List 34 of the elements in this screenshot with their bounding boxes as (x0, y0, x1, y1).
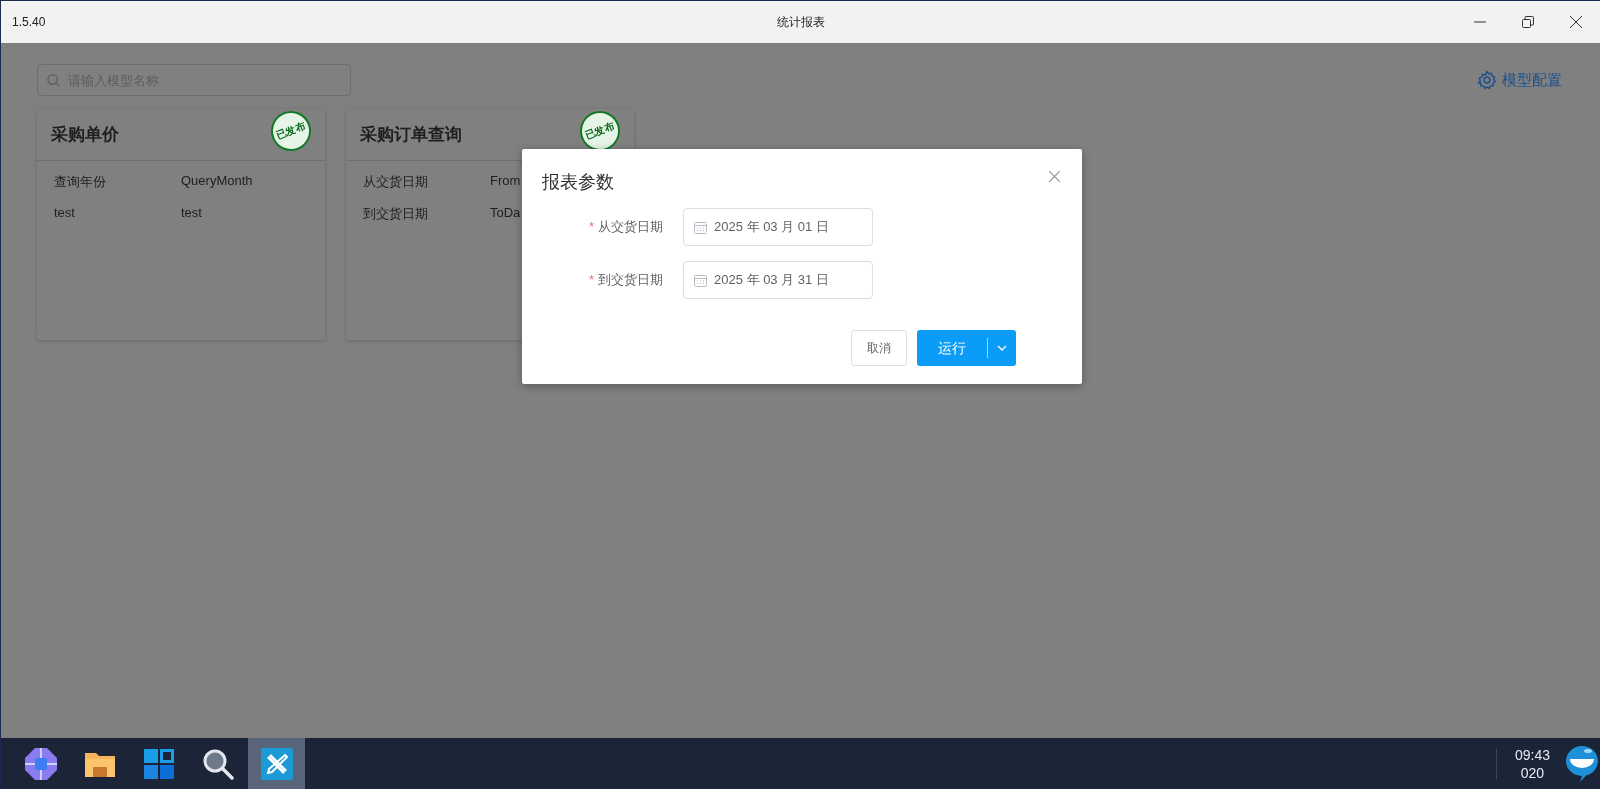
pencil-ruler-icon (260, 747, 293, 780)
param-field: test (181, 205, 202, 220)
param-field: From (490, 173, 521, 191)
minimize-icon (1474, 21, 1486, 23)
search-icon (47, 74, 60, 87)
search-icon (201, 747, 234, 780)
window-title: 统计报表 (776, 13, 825, 31)
param-name: 查询年份 (54, 173, 106, 191)
clock[interactable]: 09:43 020 (1514, 745, 1550, 782)
date-field[interactable]: 2025 年 03 月 31 日 (683, 261, 873, 299)
card-title: 采购单价 (51, 124, 119, 146)
required-mark: * (588, 219, 594, 234)
card-title: 采购订单查询 (360, 124, 462, 146)
chat-bubble-icon[interactable] (1564, 743, 1600, 784)
app-version: 1.5.40 (11, 15, 47, 29)
taskbar-app[interactable] (248, 738, 305, 789)
windows-icon (142, 747, 175, 780)
param-name: test (54, 205, 75, 220)
close-button[interactable] (1047, 169, 1062, 184)
restore-icon (1522, 16, 1534, 28)
hub-icon (23, 746, 58, 781)
calendar-icon (694, 273, 707, 287)
dialog-title: 报表参数 (542, 171, 614, 194)
param-name: 到交货日期 (363, 205, 428, 223)
report-card[interactable]: 采购单价 已发布 查询年份 QueryMonth test test (37, 109, 325, 340)
calendar-icon (694, 220, 707, 234)
param-field: QueryMonth (181, 173, 253, 191)
required-mark: * (588, 272, 594, 287)
param-field: ToDa (490, 205, 521, 223)
date-field[interactable]: 2025 年 03 月 01 日 (683, 208, 873, 246)
cancel-button[interactable]: 取消 (851, 330, 907, 366)
close-icon (1570, 16, 1582, 28)
settings-icon (1477, 70, 1497, 90)
param-name: 从交货日期 (363, 173, 428, 191)
